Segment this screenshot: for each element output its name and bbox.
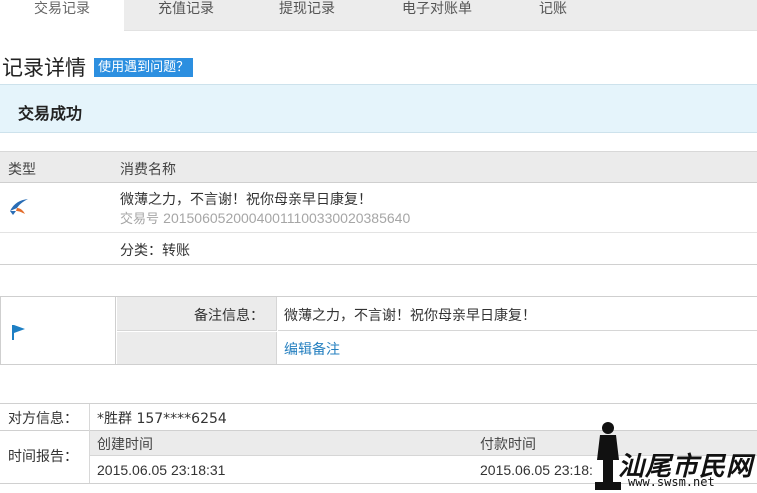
counterparty-value: *胜群 157****6254 — [97, 411, 227, 427]
tab-statement[interactable]: 电子对账单 — [366, 0, 508, 30]
page-heading: 记录详情 使用遇到问题？ — [2, 52, 194, 80]
flag-icon — [10, 323, 28, 345]
category-text: 分类：转账 — [120, 243, 190, 259]
watermark-url: www.swsm.net — [628, 475, 715, 489]
tab-label: 电子对账单 — [402, 1, 472, 17]
tab-withdraw[interactable]: 提现记录 — [248, 0, 366, 30]
help-link[interactable]: 使用遇到问题？ — [94, 57, 194, 77]
divider — [89, 404, 90, 431]
created-time-label: 创建时间 — [97, 437, 153, 453]
memo-value: 微薄之力，不言谢！祝你母亲早日康复！ — [284, 308, 536, 324]
tab-label: 交易记录 — [34, 1, 90, 17]
edit-memo-link[interactable]: 编辑备注 — [284, 339, 340, 359]
tab-recharge[interactable]: 充值记录 — [124, 0, 248, 30]
status-text: 交易成功 — [18, 104, 83, 123]
memo-icon-cell — [0, 297, 116, 364]
trade-number: 交易号 20150605200040011100330020385640 — [120, 208, 410, 227]
detail-table: 类型 消费名称 微薄之力，不言谢！祝你母亲早日康复！ 交易号 201506052… — [0, 151, 757, 265]
tab-label: 记账 — [539, 1, 567, 17]
memo-label: 备注信息： — [194, 308, 264, 324]
goods-name: 微薄之力，不言谢！祝你母亲早日康复！ — [120, 192, 372, 208]
time-report-label: 时间报告： — [8, 449, 78, 465]
detail-row-category: 分类：转账 — [0, 234, 757, 264]
transfer-bird-icon — [8, 197, 30, 221]
tab-bar: 交易记录 充值记录 提现记录 电子对账单 记账 — [0, 0, 757, 31]
site-watermark: 汕尾市民网 www.swsm.net — [590, 418, 757, 493]
detail-row-goods: 微薄之力，不言谢！祝你母亲早日康复！ 交易号 20150605200040011… — [0, 184, 757, 233]
memo-value-cell: 微薄之力，不言谢！祝你母亲早日康复！ — [278, 297, 757, 331]
memo-empty-cell — [117, 332, 277, 364]
created-time-value: 2015.06.05 23:18:31 — [97, 462, 226, 478]
counterparty-label: 对方信息： — [8, 411, 78, 427]
page-title: 记录详情 — [2, 56, 86, 80]
memo-box: 备注信息： 微薄之力，不言谢！祝你母亲早日康复！ 编辑备注 — [0, 296, 757, 365]
paid-time-label: 付款时间 — [480, 437, 536, 453]
trade-number-label: 交易号 — [120, 212, 160, 227]
tab-transactions[interactable]: 交易记录 — [0, 0, 124, 31]
trade-number-value: 20150605200040011100330020385640 — [163, 210, 411, 226]
status-banner: 交易成功 — [0, 84, 757, 133]
column-header-type: 类型 — [8, 162, 36, 178]
tab-label: 充值记录 — [158, 1, 214, 17]
tab-label: 提现记录 — [279, 1, 335, 17]
paid-time-value: 2015.06.05 23:18: — [480, 462, 593, 478]
memo-label-cell: 备注信息： — [117, 297, 277, 331]
column-header-name: 消费名称 — [120, 162, 176, 178]
tab-bookkeeping[interactable]: 记账 — [508, 0, 598, 30]
detail-table-header: 类型 消费名称 — [0, 151, 757, 183]
